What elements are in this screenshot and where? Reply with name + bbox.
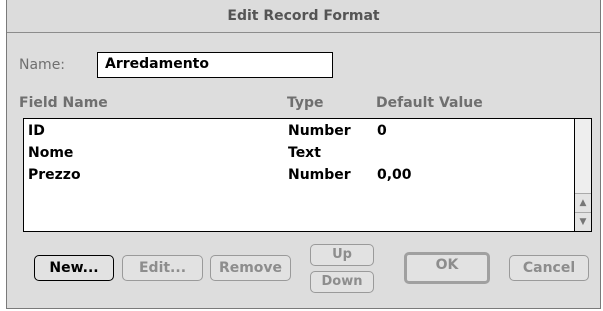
field-name-cell: Prezzo (28, 167, 81, 183)
remove-button[interactable]: Remove (210, 255, 291, 281)
field-name-cell: Nome (28, 145, 74, 161)
field-type-cell: Number (288, 167, 351, 183)
vertical-scrollbar[interactable]: ▲ ▼ (574, 119, 591, 231)
field-type-cell: Number (288, 123, 351, 139)
dialog-window: Edit Record Format Name: Arredamento Fie… (6, 0, 601, 309)
field-default-cell: 0 (377, 123, 387, 139)
field-type-cell: Text (288, 145, 321, 161)
table-row[interactable]: ID Number 0 (24, 121, 569, 143)
scroll-up-arrow-icon[interactable]: ▲ (575, 193, 591, 212)
dialog-title: Edit Record Format (7, 0, 600, 33)
field-name-cell: ID (28, 123, 45, 139)
field-list[interactable]: ID Number 0 Nome Text Prezzo Number 0,00… (23, 118, 592, 232)
name-label: Name: (19, 57, 66, 73)
down-button[interactable]: Down (310, 271, 374, 293)
cancel-button[interactable]: Cancel (509, 255, 589, 281)
edit-button[interactable]: Edit... (122, 255, 203, 281)
field-default-cell: 0,00 (377, 167, 412, 183)
name-input[interactable]: Arredamento (97, 52, 333, 78)
new-button[interactable]: New... (34, 255, 114, 281)
header-type: Type (287, 95, 324, 111)
header-field-name: Field Name (19, 95, 108, 111)
scroll-down-arrow-icon[interactable]: ▼ (575, 212, 591, 231)
up-button[interactable]: Up (310, 244, 374, 266)
ok-button[interactable]: OK (404, 252, 490, 284)
header-default-value: Default Value (376, 95, 483, 111)
table-row[interactable]: Prezzo Number 0,00 (24, 165, 569, 187)
table-row[interactable]: Nome Text (24, 143, 569, 165)
